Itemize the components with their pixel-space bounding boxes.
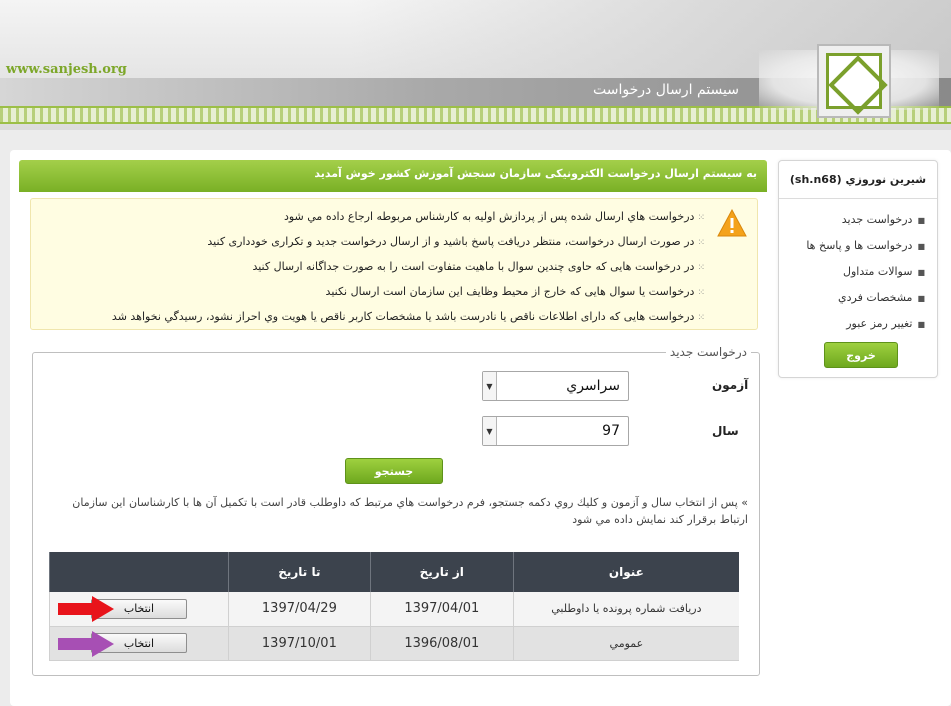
logo-emblem-icon	[826, 53, 882, 109]
col-from-date: از تاريخ	[369, 552, 514, 592]
notice-text: درخواست یا سوال هایی که خارج از محیط وظا…	[325, 285, 695, 298]
dotted-bullet-icon: ⁙	[697, 263, 705, 273]
table-header-row: عنوان از تاريخ تا تاريخ	[49, 552, 739, 592]
sidebar-item-change-password[interactable]: ■ تغيير رمز عبور	[779, 311, 925, 337]
notice-text: در درخواست هایی که حاوی چندین سوال با ما…	[252, 260, 695, 273]
row-to-date: 1397/04/29	[227, 592, 371, 627]
row-to-date: 1397/10/01	[227, 626, 371, 661]
user-sidebar: شيرين نوروزي (sh.n68) ■ درخواست جدید ■ درخ…	[778, 160, 938, 378]
year-label: سال	[712, 424, 739, 438]
row-from-date: 1397/04/01	[369, 592, 514, 627]
exam-label: آزمون	[712, 378, 749, 392]
site-header: www.sanjesh.org سیستم ارسال درخواست	[0, 0, 951, 130]
warning-icon	[717, 209, 747, 237]
notice-text: درخواست هایی که دارای اطلاعات ناقص یا نا…	[111, 310, 695, 323]
dotted-bullet-icon: ⁙	[697, 313, 705, 323]
notice-box: ⁙درخواست هاي ارسال شده پس از پردازش اولی…	[30, 198, 758, 330]
chevron-down-icon[interactable]: ▼	[483, 372, 497, 400]
table-row: عمومي 1396/08/01 1397/10/01 انتخاب	[49, 626, 739, 661]
bullet-icon: ■	[917, 242, 925, 251]
sidebar-menu: ■ درخواست جدید ■ درخواست ها و پاسخ ها ■ سوا…	[779, 199, 937, 337]
dotted-bullet-icon: ⁙	[697, 238, 705, 248]
row-from-date: 1396/08/01	[369, 626, 514, 661]
search-button[interactable]: جستجو	[345, 458, 443, 484]
dotted-bullet-icon: ⁙	[697, 213, 705, 223]
col-action	[49, 552, 229, 592]
notice-list: ⁙درخواست هاي ارسال شده پس از پردازش اولی…	[85, 209, 705, 334]
notice-item: ⁙در صورت ارسال درخواست، منتظر دریافت پاس…	[85, 234, 705, 251]
notice-item: ⁙در درخواست هایی که حاوی چندین سوال با م…	[85, 259, 705, 276]
purple-arrow-icon	[58, 631, 114, 657]
exam-select[interactable]: سراسري ▼	[482, 371, 629, 401]
notice-text: در صورت ارسال درخواست، منتظر دریافت پاسخ…	[207, 235, 695, 248]
search-hint: » پس از انتخاب سال و آزمون و کلیك روي دک…	[72, 496, 748, 526]
notice-text: درخواست هاي ارسال شده پس از پردازش اولیه…	[283, 210, 695, 223]
table-row: دريافت شماره پرونده يا داوطلبي 1397/04/0…	[49, 592, 739, 627]
notice-item: ⁙درخواست هایی که دارای اطلاعات ناقص یا ن…	[85, 309, 705, 326]
welcome-bar: به سیستم ارسال درخواست الکترونیکی سازمان…	[19, 160, 767, 192]
sidebar-item-faq[interactable]: ■ سوالات متداول	[779, 259, 925, 285]
row-title: عمومي	[512, 626, 739, 661]
exam-select-value: سراسري	[566, 378, 620, 394]
bullet-icon: ■	[917, 320, 925, 329]
site-url[interactable]: www.sanjesh.org	[6, 62, 127, 77]
request-forms-table: عنوان از تاريخ تا تاريخ دريافت شماره پرو…	[49, 552, 739, 661]
logout-button[interactable]: خروج	[824, 342, 898, 368]
notice-item: ⁙درخواست یا سوال هایی که خارج از محیط وظ…	[85, 284, 705, 301]
sidebar-item-label: تغيير رمز عبور	[846, 317, 913, 330]
col-title: عنوان	[512, 552, 739, 592]
year-select-value: 97	[602, 423, 620, 439]
bullet-icon: ■	[917, 268, 925, 277]
user-name: شيرين نوروزي (sh.n68)	[779, 161, 937, 199]
row-title: دريافت شماره پرونده يا داوطلبي	[512, 592, 739, 627]
bullet-icon: ■	[917, 294, 925, 303]
new-request-legend: درخواست جدید	[665, 345, 751, 359]
sidebar-item-label: مشخصات فردي	[838, 291, 913, 304]
bullet-icon: ■	[917, 216, 925, 225]
sidebar-item-profile[interactable]: ■ مشخصات فردي	[779, 285, 925, 311]
sidebar-item-new-request[interactable]: ■ درخواست جدید	[779, 207, 925, 233]
sidebar-item-label: سوالات متداول	[843, 265, 913, 278]
year-select[interactable]: 97 ▼	[482, 416, 629, 446]
notice-item: ⁙درخواست هاي ارسال شده پس از پردازش اولی…	[85, 209, 705, 226]
sidebar-item-requests-responses[interactable]: ■ درخواست ها و پاسخ ها	[779, 233, 925, 259]
sidebar-item-label: درخواست جدید	[841, 213, 913, 226]
dotted-bullet-icon: ⁙	[697, 288, 705, 298]
system-title: سیستم ارسال درخواست	[593, 82, 739, 98]
sidebar-item-label: درخواست ها و پاسخ ها	[806, 239, 913, 252]
chevron-down-icon[interactable]: ▼	[483, 417, 497, 445]
col-to-date: تا تاريخ	[227, 552, 371, 592]
red-arrow-icon	[58, 596, 114, 622]
sanjesh-logo	[817, 44, 891, 118]
